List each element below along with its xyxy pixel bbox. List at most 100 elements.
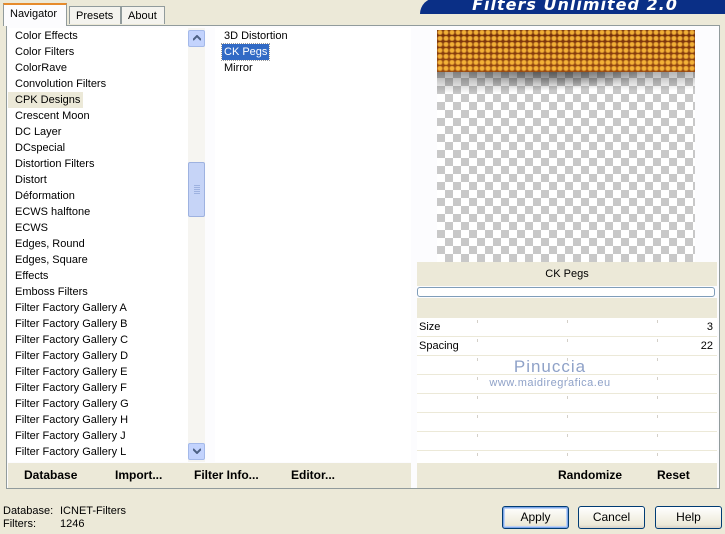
category-label: Filter Factory Gallery J — [15, 430, 126, 442]
category-item[interactable]: Crescent Moon — [8, 108, 188, 124]
filter-item[interactable]: Mirror — [222, 60, 255, 76]
slider-tick — [477, 396, 478, 399]
filter-list[interactable]: 3D Distortion CK Pegs Mirror — [215, 28, 411, 462]
separator — [417, 298, 717, 318]
import-button[interactable]: Import... — [115, 468, 162, 482]
category-item[interactable]: Color Filters — [8, 44, 188, 60]
slider-tick — [477, 339, 478, 342]
category-item[interactable]: Filter Factory Gallery D — [8, 348, 188, 364]
category-item[interactable]: Edges, Round — [8, 236, 188, 252]
parameter-value: 22 — [700, 340, 713, 352]
parameter-name: Size — [419, 321, 441, 333]
category-label: Filter Factory Gallery D — [15, 350, 129, 362]
category-label: Crescent Moon — [15, 110, 90, 122]
category-label: Filter Factory Gallery C — [15, 334, 129, 346]
parameter-row — [417, 413, 717, 432]
category-label: ECWS — [15, 222, 48, 234]
tab-presets[interactable]: Presets — [69, 6, 121, 24]
category-item[interactable]: Distort — [8, 172, 188, 188]
slider-tick — [567, 358, 568, 361]
category-item[interactable]: DC Layer — [8, 124, 188, 140]
category-scrollbar[interactable] — [188, 28, 205, 462]
category-item[interactable]: DCspecial — [8, 140, 188, 156]
slider-tick — [657, 339, 658, 342]
scroll-thumb[interactable] — [188, 162, 205, 217]
parameter-row — [417, 356, 717, 375]
app-banner: Filters Unlimited 2.0 — [420, 0, 725, 14]
parameter-row — [417, 394, 717, 413]
filter-name-label: CK Pegs — [417, 262, 717, 286]
category-item[interactable]: ECWS halftone — [8, 204, 188, 220]
category-item[interactable]: Filter Factory Gallery E — [8, 364, 188, 380]
slider-tick — [477, 453, 478, 456]
parameter-row — [417, 432, 717, 451]
scroll-up-button[interactable] — [188, 30, 205, 47]
category-label: DC Layer — [15, 126, 62, 138]
slider-tick — [657, 415, 658, 418]
category-item[interactable]: Déformation — [8, 188, 188, 204]
status-database-value: ICNET-Filters — [60, 505, 126, 517]
category-label: Filter Factory Gallery E — [15, 366, 128, 378]
randomize-button[interactable]: Randomize — [558, 468, 622, 482]
category-label: Filter Factory Gallery L — [15, 446, 127, 458]
slider-tick — [477, 434, 478, 437]
filter-item[interactable]: CK Pegs — [220, 43, 271, 61]
editor-button[interactable]: Editor... — [291, 468, 335, 482]
help-button[interactable]: Help — [655, 506, 722, 529]
chevron-up-icon — [192, 35, 201, 41]
category-label: Edges, Square — [15, 254, 88, 266]
category-item[interactable]: Filter Factory Gallery B — [8, 316, 188, 332]
tab-about[interactable]: About — [121, 6, 165, 24]
category-item[interactable]: ECWS — [8, 220, 188, 236]
category-item[interactable]: Color Effects — [8, 28, 188, 44]
parameter-row[interactable]: Spacing 22 — [417, 337, 717, 356]
parameter-list: Size 3 Spacing 22 — [417, 318, 717, 470]
category-label: Color Filters — [15, 46, 75, 58]
category-label: Color Effects — [15, 30, 78, 42]
status-database-label: Database: — [3, 505, 54, 517]
category-label: Distortion Filters — [15, 158, 95, 170]
category-item[interactable]: Effects — [8, 268, 188, 284]
category-item[interactable]: Filter Factory Gallery L — [8, 444, 188, 460]
database-button[interactable]: Database — [24, 468, 77, 482]
category-label: Effects — [15, 270, 49, 282]
reset-button[interactable]: Reset — [657, 468, 690, 482]
cancel-button[interactable]: Cancel — [578, 506, 645, 529]
slider-tick — [477, 358, 478, 361]
parameter-row[interactable]: Size 3 — [417, 318, 717, 337]
category-item[interactable]: Filter Factory Gallery G — [8, 396, 188, 412]
scroll-down-button[interactable] — [188, 443, 205, 460]
category-item[interactable]: Convolution Filters — [8, 76, 188, 92]
category-item[interactable]: ColorRave — [8, 60, 188, 76]
parameter-row — [417, 375, 717, 394]
slider-tick — [657, 377, 658, 380]
category-item[interactable]: Filter Factory Gallery H — [8, 412, 188, 428]
slider-tick — [477, 415, 478, 418]
chevron-down-icon — [192, 448, 201, 454]
preview-pegs-effect — [437, 30, 695, 72]
status-filters-label: Filters: — [3, 518, 36, 530]
category-label: Distort — [15, 174, 47, 186]
slider-tick — [567, 453, 568, 456]
category-label: Filter Factory Gallery F — [15, 382, 127, 394]
slider-tick — [567, 377, 568, 380]
category-label: DCspecial — [15, 142, 66, 154]
category-item[interactable]: Filter Factory Gallery C — [8, 332, 188, 348]
category-label: Filter Factory Gallery B — [15, 318, 128, 330]
category-item[interactable]: Filter Factory Gallery F — [8, 380, 188, 396]
category-item[interactable]: Distortion Filters — [8, 156, 188, 172]
category-item[interactable]: Filter Factory Gallery J — [8, 428, 188, 444]
category-item[interactable]: Filter Factory Gallery A — [8, 300, 188, 316]
category-item[interactable]: CPK Designs — [8, 92, 188, 108]
category-item[interactable]: Edges, Square — [8, 252, 188, 268]
slider-tick — [657, 396, 658, 399]
parameter-value: 3 — [706, 321, 713, 333]
category-item[interactable]: Emboss Filters — [8, 284, 188, 300]
filter-item[interactable]: 3D Distortion — [222, 28, 290, 44]
apply-button[interactable]: Apply — [502, 506, 569, 529]
filter-info-button[interactable]: Filter Info... — [194, 468, 259, 482]
category-list[interactable]: Color Effects Color Filters ColorRave Convo… — [8, 28, 188, 462]
slider-tick — [567, 396, 568, 399]
tab-navigator[interactable]: Navigator — [3, 3, 67, 26]
slider-tick — [477, 377, 478, 380]
